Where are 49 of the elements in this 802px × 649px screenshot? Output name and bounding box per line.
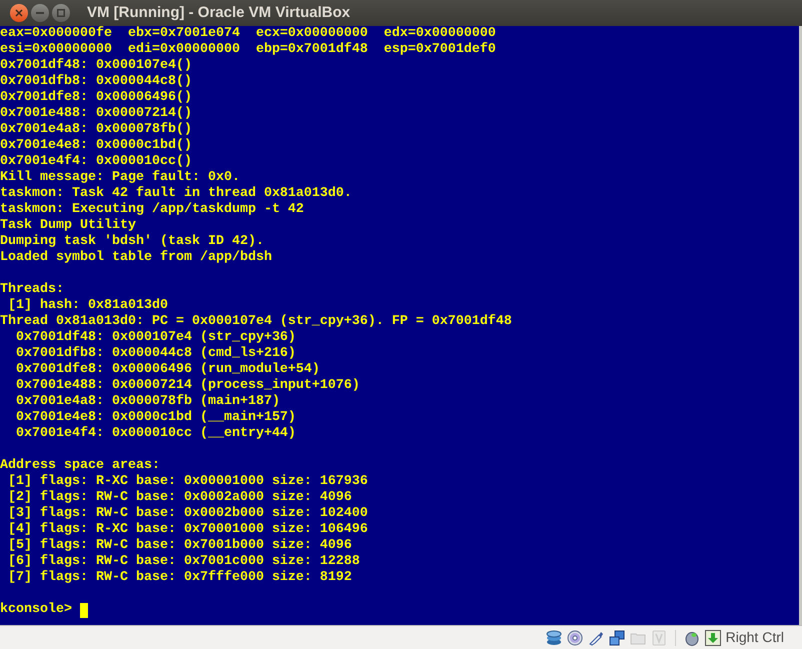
console-line: 0x7001e4f4: 0x000010cc() — [0, 154, 192, 170]
console-line: 0x7001dfb8: 0x000044c8 (cmd_ls+216) — [14, 346, 296, 362]
console-line: Thread 0x81a013d0: PC = 0x000107e4 (str_cpy+36). FP = 0x7001df48 — [0, 314, 512, 330]
maximize-icon — [57, 9, 65, 17]
console-line: [7] flags: RW-C base: 0x7fffe000 size: 8192 — [6, 570, 352, 586]
keyboard-capture-icon[interactable] — [704, 630, 721, 646]
console-line: 0x7001dfe8: 0x00006496 (run_module+54) — [14, 362, 320, 378]
console-line: 0x7001dfb8: 0x000044c8() — [0, 74, 192, 90]
console-line: 0x7001e4a8: 0x000078fb() — [0, 122, 192, 138]
console-line: Dumping task 'bdsh' (task ID 42). — [0, 234, 264, 250]
console-line: 0x7001df48: 0x000107e4 (str_cpy+36) — [14, 330, 296, 346]
console-line: Address space areas: — [0, 458, 160, 474]
console-line: [1] flags: R-XC base: 0x00001000 size: 167936 — [6, 474, 368, 490]
console-line: [2] flags: RW-C base: 0x0002a000 size: 4096 — [6, 490, 352, 506]
console-line: 0x7001e488: 0x00007214() — [0, 106, 192, 122]
console-line: 0x7001e488: 0x00007214 (process_input+1076) — [14, 378, 360, 394]
minimize-icon — [36, 12, 44, 14]
network-icon[interactable] — [608, 630, 625, 646]
console-line: esi=0x00000000 edi=0x00000000 ebp=0x7001df48 esp=0x7001def0 — [0, 42, 496, 58]
console-line: [3] flags: RW-C base: 0x0002b000 size: 102400 — [6, 506, 368, 522]
mouse-icon[interactable] — [684, 630, 700, 646]
hard-disk-icon[interactable] — [546, 630, 562, 646]
maximize-button[interactable] — [52, 4, 70, 22]
console-line: 0x7001e4e8: 0x0000c1bd (__main+157) — [14, 410, 296, 426]
disc-icon[interactable] — [566, 630, 583, 646]
text-cursor — [80, 602, 88, 618]
host-key-label: Right Ctrl — [726, 628, 784, 647]
console-line: Task Dump Utility — [0, 218, 136, 234]
console-line: 0x7001e4f4: 0x000010cc (__entry+44) — [14, 426, 296, 442]
console-line: Loaded symbol table from /app/bdsh — [0, 250, 272, 266]
console-line: 0x7001e4e8: 0x0000c1bd() — [0, 138, 192, 154]
console-line: 0x7001df48: 0x000107e4() — [0, 58, 192, 74]
console-prompt: kconsole> — [0, 602, 72, 618]
usb-plug-icon[interactable] — [588, 630, 604, 646]
console-line: Kill message: Page fault: 0x0. — [0, 170, 240, 186]
window-title: VM [Running] - Oracle VM VirtualBox — [87, 2, 350, 23]
console-line: eax=0x000000fe ebx=0x7001e074 ecx=0x00000000 edx=0x00000000 — [0, 26, 496, 42]
console-line: 0x7001dfe8: 0x00006496() — [0, 90, 192, 106]
console-line: [4] flags: R-XC base: 0x70001000 size: 106496 — [6, 522, 368, 538]
console-line: taskmon: Executing /app/taskdump -t 42 — [0, 202, 304, 218]
close-icon — [15, 9, 23, 17]
console-line: [6] flags: RW-C base: 0x7001c000 size: 12288 — [6, 554, 360, 570]
minimize-button[interactable] — [31, 4, 49, 22]
close-button[interactable] — [10, 4, 28, 22]
console-line: [1] hash: 0x81a013d0 — [6, 298, 168, 314]
console-line: Threads: — [0, 282, 64, 298]
console-line: taskmon: Task 42 fault in thread 0x81a013d0. — [0, 186, 352, 202]
console-line: [5] flags: RW-C base: 0x7001b000 size: 4096 — [6, 538, 352, 554]
console-line: 0x7001e4a8: 0x000078fb (main+187) — [14, 394, 280, 410]
